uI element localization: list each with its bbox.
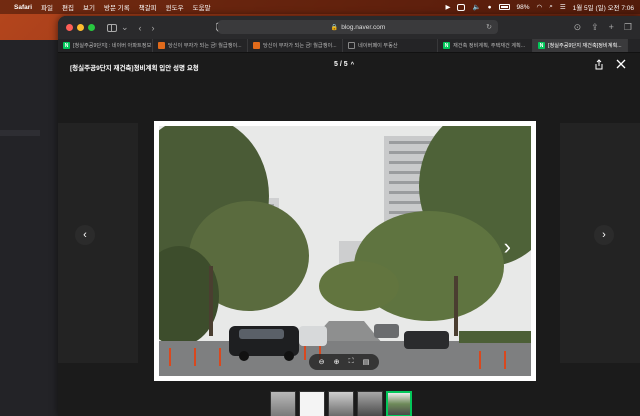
spotlight-icon[interactable]: ⌕	[549, 3, 553, 11]
street-photo-image	[159, 126, 531, 376]
share-toolbar-icon[interactable]: ⇪	[591, 22, 599, 33]
fullscreen-icon[interactable]: ⛶	[349, 358, 354, 366]
close-icon[interactable]	[616, 59, 626, 69]
control-center-icon[interactable]: ☰	[560, 3, 566, 11]
download-icon[interactable]: ⊙	[574, 22, 582, 33]
sidebar-icon[interactable]	[107, 23, 117, 32]
back-icon[interactable]: ‹	[139, 23, 142, 33]
reload-icon[interactable]: ↻	[486, 23, 492, 31]
status-area: ▶ 🔈 ● 98% ◠ ⌕ ☰ 1월 5일 (일) 오전 7:06	[445, 2, 634, 12]
photo-viewer: [청실주공9단지 재건축]정비계획 입안 성명 요청 5 / 5 ^ ‹ › ›…	[58, 53, 640, 416]
thumbnail-strip	[270, 391, 412, 416]
zoom-window-button[interactable]	[88, 24, 95, 31]
screen-icon[interactable]	[457, 3, 466, 11]
blog-favicon	[253, 42, 260, 49]
address-url: blog.naver.com	[341, 23, 386, 31]
thumbnail-3[interactable]	[328, 391, 354, 416]
naver-favicon: N	[538, 42, 545, 49]
play-icon[interactable]: ▶	[445, 3, 450, 11]
window-controls	[66, 24, 95, 31]
thumbnail-2[interactable]	[299, 391, 325, 416]
tab-overview-chevron-icon[interactable]: ⌄	[121, 22, 129, 33]
chevron-left-icon[interactable]: ‹	[75, 225, 95, 245]
info-icon[interactable]: ▤	[363, 358, 370, 366]
photo-frame: › ⊖ ⊕ ⛶ ▤	[154, 121, 536, 381]
viewer-title: [청실주공9단지 재건축]정비계획 입안 성명 요청	[70, 65, 199, 72]
menu-bar: Safari 파일 편집 보기 방문 기록 책갈피 윈도우 도움말 ▶ 🔈 ● …	[0, 0, 640, 14]
naver-favicon: N	[443, 42, 450, 49]
blog-favicon	[158, 42, 165, 49]
menu-help[interactable]: 도움말	[193, 2, 211, 12]
clock[interactable]: 1월 5일 (일) 오전 7:06	[573, 2, 634, 12]
image-counter[interactable]: 5 / 5 ^	[334, 61, 354, 68]
battery-percent: 98%	[516, 3, 530, 11]
tab-bar: N [청실주공9단지] : 네이버 아파트정보 당신이 부자가 되는 금! 월급…	[58, 39, 640, 53]
safari-window: ⌄ ‹ › 🔒 blog.naver.com ↻ ⊙ ⇪ + ❐ N [청실주공…	[58, 16, 640, 416]
photo-next-icon[interactable]: ›	[504, 234, 511, 260]
close-window-button[interactable]	[66, 24, 73, 31]
left-dim-panel	[58, 123, 138, 363]
wifi-icon[interactable]: ◠	[537, 3, 543, 11]
tab-label: 당신이 부자가 되는 금! 월급쟁이...	[168, 43, 242, 49]
menu-file[interactable]: 파일	[41, 2, 53, 12]
menu-app-name[interactable]: Safari	[14, 4, 32, 11]
zoom-in-icon[interactable]: ⊕	[334, 358, 340, 366]
zoom-out-icon[interactable]: ⊖	[319, 358, 325, 366]
background-strip	[0, 130, 40, 136]
toolbar-right: ⊙ ⇪ + ❐	[574, 22, 632, 33]
tab-label: [청실주공9단지] : 네이버 아파트정보	[73, 43, 152, 49]
tab-4[interactable]: 네이버페이 부동산	[343, 39, 438, 52]
tab-overview-icon[interactable]: ❐	[624, 22, 632, 33]
menu-edit[interactable]: 편집	[62, 2, 74, 12]
tab-label: 당신이 부자가 되는 금! 월급쟁이...	[263, 43, 337, 49]
menu-view[interactable]: 보기	[83, 2, 95, 12]
thumbnail-1[interactable]	[270, 391, 296, 416]
tab-3[interactable]: 당신이 부자가 되는 금! 월급쟁이...	[248, 39, 343, 52]
chevron-right-icon[interactable]: ›	[594, 225, 614, 245]
zoom-toolbar: ⊖ ⊕ ⛶ ▤	[309, 354, 379, 370]
new-tab-icon[interactable]: +	[609, 22, 614, 33]
tab-2[interactable]: 당신이 부자가 되는 금! 월급쟁이...	[153, 39, 248, 52]
menu-window[interactable]: 윈도우	[166, 2, 184, 12]
volume-icon[interactable]: 🔈	[472, 3, 480, 11]
lock-icon: 🔒	[330, 24, 339, 31]
browser-toolbar: ⌄ ‹ › 🔒 blog.naver.com ↻ ⊙ ⇪ + ❐	[58, 16, 640, 39]
naver-favicon: N	[63, 42, 70, 49]
thumbnail-4[interactable]	[357, 391, 383, 416]
thumbnail-5-active[interactable]	[386, 391, 412, 416]
tab-label: 재건축 정비계획, 주택재건 계획...	[453, 43, 526, 49]
forward-icon[interactable]: ›	[152, 23, 155, 33]
address-bar[interactable]: 🔒 blog.naver.com ↻	[218, 20, 498, 34]
minimize-window-button[interactable]	[77, 24, 84, 31]
menu-history[interactable]: 방문 기록	[104, 2, 130, 12]
tab-label: 네이버페이 부동산	[358, 43, 398, 49]
menu-bookmarks[interactable]: 책갈피	[139, 2, 157, 12]
caret-up-icon[interactable]: ^	[351, 62, 355, 68]
page-favicon	[348, 42, 355, 49]
share-icon[interactable]	[594, 59, 604, 70]
background-window	[0, 40, 58, 416]
street-photo: › ⊖ ⊕ ⛶ ▤	[159, 126, 531, 376]
tab-label: [청실주공9단지 재건축]정비계획...	[548, 43, 622, 49]
tab-6[interactable]: N [청실주공9단지 재건축]정비계획...	[533, 39, 628, 52]
tab-5[interactable]: N 재건축 정비계획, 주택재건 계획...	[438, 39, 533, 52]
counter-text: 5 / 5	[334, 61, 348, 68]
battery-icon[interactable]	[498, 4, 510, 10]
record-icon[interactable]: ●	[488, 4, 492, 11]
tab-1[interactable]: N [청실주공9단지] : 네이버 아파트정보	[58, 39, 153, 52]
